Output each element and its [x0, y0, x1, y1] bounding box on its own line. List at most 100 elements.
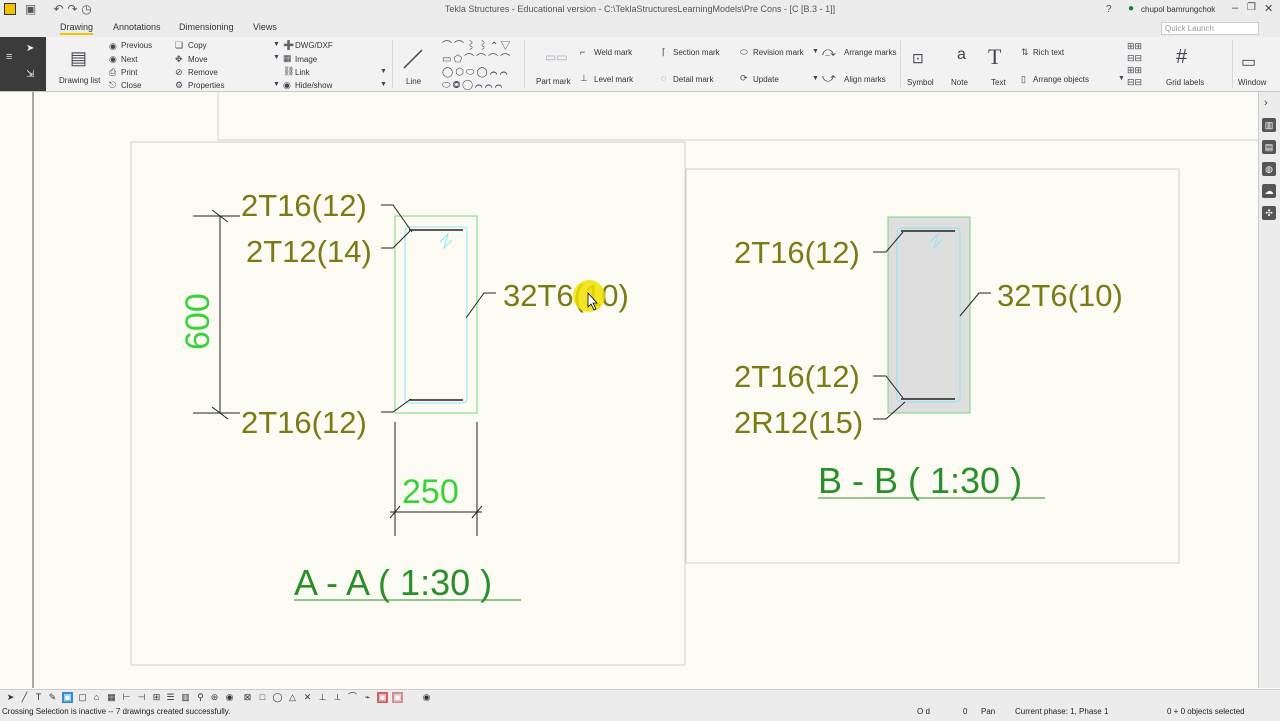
- view-a-title[interactable]: A - A ( 1:30 ): [294, 562, 492, 603]
- text-button[interactable]: Text: [991, 78, 1006, 87]
- mark-b-bottom-1[interactable]: 2T16(12): [734, 359, 860, 394]
- snap-triangle-icon[interactable]: △: [287, 692, 298, 703]
- move-button[interactable]: Move: [188, 55, 208, 64]
- dwg-dxf-button[interactable]: DWG/DXF: [295, 41, 333, 50]
- mark-a-top-1[interactable]: 2T16(12): [241, 188, 367, 223]
- mark-b-stirrup[interactable]: 32T6(10): [997, 278, 1123, 313]
- apps-icon[interactable]: ✣: [1262, 206, 1276, 220]
- app-icon[interactable]: [4, 3, 16, 15]
- section-mark-button[interactable]: Section mark: [673, 48, 720, 57]
- line-tool-icon[interactable]: ╱: [19, 692, 30, 703]
- grid-labels-icon[interactable]: #: [1176, 46, 1187, 69]
- next-icon[interactable]: ◉: [109, 54, 117, 65]
- view-tools-icon[interactable]: ⊞⊞ ⊟⊟ ⊞⊞ ⊟⊟: [1127, 40, 1149, 88]
- note-button[interactable]: Note: [951, 78, 968, 87]
- undo-icon[interactable]: ↶: [52, 3, 65, 16]
- detail-mark-icon[interactable]: ◌: [661, 73, 666, 83]
- snap-perpendicular-icon[interactable]: ⊥: [317, 692, 328, 703]
- symbol-icon[interactable]: ⊡: [912, 50, 924, 67]
- help-icon[interactable]: ?: [1106, 4, 1112, 15]
- previous-button[interactable]: Previous: [121, 41, 152, 50]
- expand-pane-icon[interactable]: ›: [1264, 97, 1268, 109]
- part-mark-button[interactable]: Part mark: [536, 77, 571, 86]
- detail-mark-button[interactable]: Detail mark: [673, 75, 713, 84]
- symbol-button[interactable]: Symbol: [907, 78, 934, 87]
- drawing-list-button[interactable]: Drawing list: [59, 76, 100, 85]
- weld-mark-button[interactable]: Weld mark: [594, 48, 632, 57]
- snap-circle-icon[interactable]: ◯: [272, 692, 283, 703]
- move-icon[interactable]: ✥: [175, 54, 183, 65]
- weld-mark-icon[interactable]: ⌐: [580, 47, 585, 57]
- print-button[interactable]: Print: [121, 68, 137, 77]
- select-tool-icon[interactable]: ➤: [5, 692, 16, 703]
- properties-pane-icon[interactable]: ▤: [1262, 140, 1276, 154]
- level-mark-button[interactable]: Level mark: [594, 75, 633, 84]
- snap-box-icon[interactable]: ⊠: [242, 692, 253, 703]
- eye-icon[interactable]: ◉: [224, 692, 235, 703]
- history-icon[interactable]: ◷: [80, 3, 93, 16]
- snap-icon[interactable]: ⊛: [209, 692, 220, 703]
- close-button[interactable]: Close: [121, 81, 141, 90]
- revision-dropdown-icon[interactable]: ▼: [812, 48, 819, 55]
- drawing-svg[interactable]: 2T16(12) 2T12(14) 32T6(10) 2T16(12) 600 …: [0, 92, 1258, 688]
- menu-icon[interactable]: ≡: [6, 51, 12, 63]
- section-a-stirrup[interactable]: [404, 226, 468, 404]
- update-button[interactable]: Update: [753, 75, 779, 84]
- next-button[interactable]: Next: [121, 55, 137, 64]
- quick-launch-input[interactable]: Quick Launch: [1161, 22, 1259, 35]
- dim-width-value[interactable]: 250: [402, 473, 459, 511]
- pin-select-icon[interactable]: ⚲: [195, 692, 206, 703]
- line-button[interactable]: Line: [406, 77, 421, 86]
- catalog-icon[interactable]: ▥: [1262, 118, 1276, 132]
- table-select-icon[interactable]: ⊞: [151, 692, 162, 703]
- rich-text-button[interactable]: Rich text: [1033, 48, 1064, 57]
- text-icon[interactable]: T: [988, 44, 1001, 70]
- hatch-select-icon[interactable]: ⊣: [136, 692, 147, 703]
- save-icon[interactable]: ▣: [24, 3, 37, 16]
- snap-override-icon[interactable]: ▣: [377, 692, 388, 703]
- grid-select-icon[interactable]: ▦: [106, 692, 117, 703]
- mark-b-bottom-2[interactable]: 2R12(15): [734, 405, 863, 440]
- revision-mark-button[interactable]: Revision mark: [753, 48, 804, 57]
- snap-arc-icon[interactable]: ⌒: [347, 692, 358, 703]
- section-a-a[interactable]: 2T16(12) 2T12(14) 32T6(10) 2T16(12) 600 …: [179, 188, 629, 603]
- globe-icon[interactable]: ◍: [1262, 162, 1276, 176]
- link-dropdown-icon[interactable]: ▼: [380, 68, 387, 75]
- remove-button[interactable]: Remove: [188, 68, 218, 77]
- section-a-concrete-outline[interactable]: [394, 215, 478, 414]
- dwg-dropdown-icon[interactable]: ▼: [273, 41, 280, 48]
- select-options-icon[interactable]: ⇲: [26, 69, 34, 80]
- snap-cross-icon[interactable]: ✕: [302, 692, 313, 703]
- hideshow-dropdown-icon[interactable]: ▼: [273, 81, 280, 88]
- bar-select-icon[interactable]: ▥: [180, 692, 191, 703]
- level-mark-icon[interactable]: ⊥: [580, 73, 588, 84]
- pen-tool-icon[interactable]: ✎: [47, 692, 58, 703]
- close-drawing-icon[interactable]: ⎋: [109, 80, 116, 91]
- previous-icon[interactable]: ◉: [109, 41, 117, 52]
- redo-icon[interactable]: ↷: [66, 3, 79, 16]
- mark-select-icon[interactable]: ⌂: [91, 692, 102, 703]
- image-dropdown-icon[interactable]: ▼: [273, 54, 280, 61]
- update-dropdown-icon[interactable]: ▼: [812, 75, 819, 82]
- arrange-marks-icon[interactable]: ⤼: [822, 44, 836, 60]
- grid-labels-button[interactable]: Grid labels: [1166, 78, 1204, 87]
- tab-dimensioning[interactable]: Dimensioning: [179, 22, 234, 32]
- window-button[interactable]: Window: [1238, 78, 1266, 87]
- tab-annotations[interactable]: Annotations: [113, 22, 161, 32]
- snap-line-icon[interactable]: ⟂: [332, 692, 343, 703]
- dim-height-value[interactable]: 600: [179, 293, 217, 350]
- select-arrow-icon[interactable]: ➤: [26, 43, 34, 54]
- drawing-list-icon[interactable]: ▤: [70, 48, 87, 69]
- image-button[interactable]: Image: [295, 55, 317, 64]
- snap-plane-icon[interactable]: ▣: [392, 692, 403, 703]
- hide-show-button[interactable]: Hide/show: [295, 81, 332, 90]
- drawing-canvas[interactable]: 2T16(12) 2T12(14) 32T6(10) 2T16(12) 600 …: [0, 92, 1258, 688]
- restore-icon[interactable]: ❐: [1247, 2, 1256, 13]
- section-b-b[interactable]: 2T16(12) 32T6(10) 2T16(12) 2R12(15) B - …: [734, 216, 1123, 501]
- hideshow-more-icon[interactable]: ▼: [380, 81, 387, 88]
- revision-mark-icon[interactable]: ⬭: [740, 47, 748, 58]
- rich-text-icon[interactable]: ⇅: [1021, 47, 1029, 58]
- mark-b-top[interactable]: 2T16(12): [734, 235, 860, 270]
- copy-button[interactable]: Copy: [188, 41, 207, 50]
- remove-icon[interactable]: ⊘: [175, 67, 183, 78]
